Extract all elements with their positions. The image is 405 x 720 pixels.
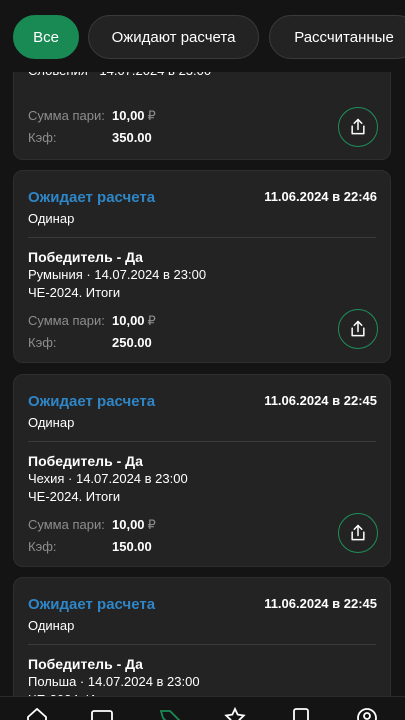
nav-line[interactable] — [90, 706, 114, 720]
bet-pick: Победитель - Да — [28, 656, 143, 672]
nav-profile[interactable] — [355, 706, 379, 720]
coef-value: 150.00 — [112, 539, 152, 554]
tab-pending[interactable]: Ожидают расчета — [88, 15, 259, 59]
coef-label: Кэф: — [28, 130, 57, 145]
stake-value: 10,00 ₽ — [112, 313, 156, 328]
nav-home[interactable] — [25, 706, 49, 720]
stake-label: Сумма пари: — [28, 108, 105, 123]
share-button[interactable] — [338, 107, 378, 147]
bet-status: Ожидает расчета — [28, 189, 156, 206]
currency-sign: ₽ — [147, 108, 156, 123]
bet-event: Румыния · 14.07.2024 в 23:00 — [28, 267, 207, 282]
star-icon — [224, 706, 246, 720]
bet-event: Чехия · 14.07.2024 в 23:00 — [28, 471, 188, 486]
stake-label: Сумма пари: — [28, 313, 105, 328]
bets-feed[interactable]: Словения · 14.07.2024 в 23:00 Сумма пари… — [0, 0, 405, 720]
nav-bets[interactable] — [289, 706, 313, 720]
share-icon — [351, 524, 365, 541]
filter-tabs: Все Ожидают расчета Рассчитанные — [0, 0, 405, 72]
divider — [28, 644, 376, 645]
bet-event: Польша · 14.07.2024 в 23:00 — [28, 674, 200, 689]
bet-type: Одинар — [28, 618, 75, 633]
tab-settled[interactable]: Рассчитанные — [269, 15, 405, 59]
bet-type: Одинар — [28, 211, 75, 226]
bottom-nav — [0, 696, 405, 720]
currency-sign: ₽ — [147, 313, 156, 328]
nav-favorites[interactable] — [223, 706, 247, 720]
bet-date: 11.06.2024 в 22:45 — [264, 596, 377, 611]
share-button[interactable] — [338, 513, 378, 553]
stake-label: Сумма пари: — [28, 517, 105, 532]
coef-value: 250.00 — [112, 335, 152, 350]
bet-league: ЧЕ-2024. Итоги — [28, 489, 121, 504]
bet-type: Одинар — [28, 415, 75, 430]
share-icon — [351, 118, 365, 135]
bet-card[interactable]: Ожидает расчета 11.06.2024 в 22:45 Одина… — [13, 374, 391, 567]
share-button[interactable] — [338, 309, 378, 349]
coupon-icon — [159, 710, 181, 720]
bet-status: Ожидает расчета — [28, 596, 156, 613]
currency-sign: ₽ — [147, 517, 156, 532]
bet-card[interactable]: Ожидает расчета 11.06.2024 в 22:46 Одина… — [13, 170, 391, 363]
bet-date: 11.06.2024 в 22:46 — [264, 189, 377, 204]
bets-icon — [293, 708, 309, 720]
bet-status: Ожидает расчета — [28, 393, 156, 410]
stake-value: 10,00 ₽ — [112, 108, 156, 123]
stake-value: 10,00 ₽ — [112, 517, 156, 532]
coef-label: Кэф: — [28, 539, 57, 554]
bet-league: ЧЕ-2024. Итоги — [28, 285, 121, 300]
tab-all[interactable]: Все — [13, 15, 79, 59]
bet-date: 11.06.2024 в 22:45 — [264, 393, 377, 408]
coef-label: Кэф: — [28, 335, 57, 350]
divider — [28, 441, 376, 442]
divider — [28, 237, 376, 238]
bet-pick: Победитель - Да — [28, 249, 143, 265]
home-icon — [27, 707, 47, 720]
share-icon — [351, 320, 365, 337]
line-icon — [91, 710, 113, 720]
bet-pick: Победитель - Да — [28, 453, 143, 469]
profile-icon — [357, 708, 377, 720]
coef-value: 350.00 — [112, 130, 152, 145]
nav-coupon[interactable] — [158, 706, 182, 720]
